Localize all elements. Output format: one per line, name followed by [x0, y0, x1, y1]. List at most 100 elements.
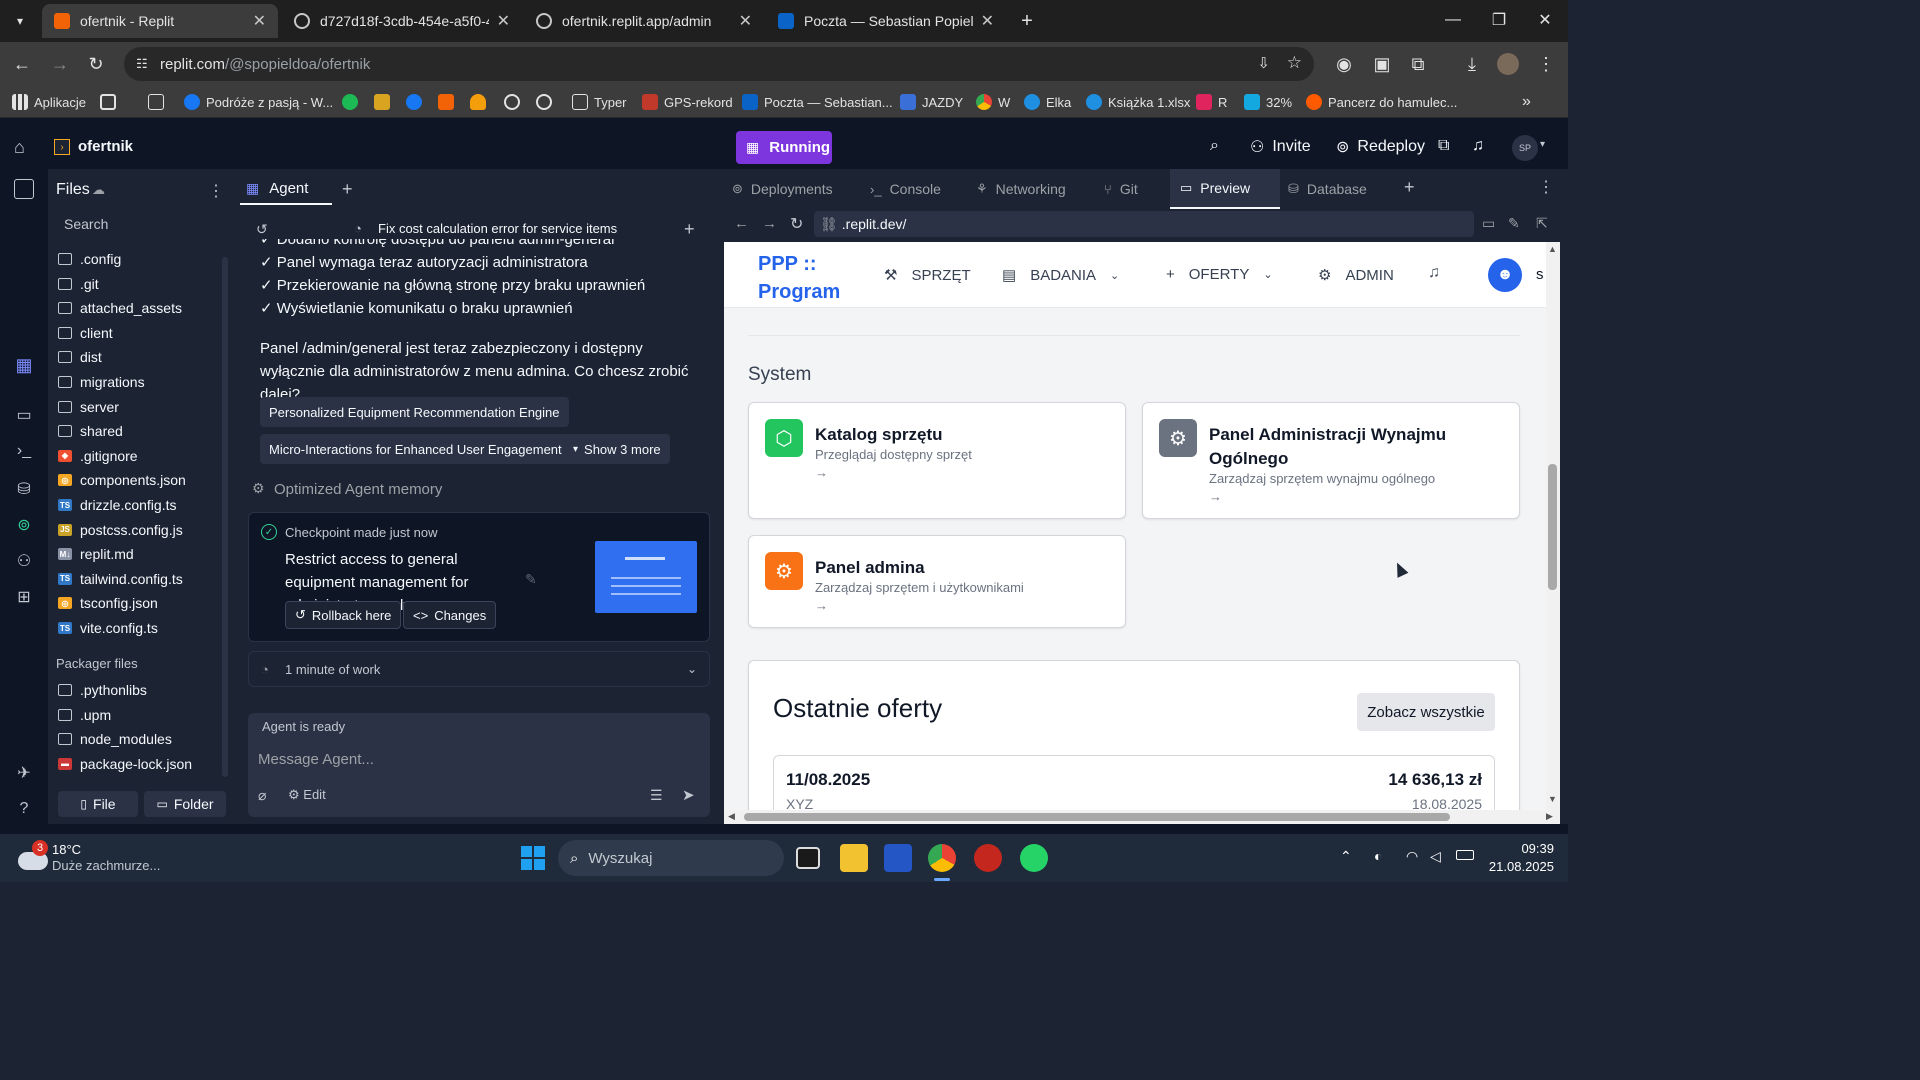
bookmark-32[interactable]: 32% [1244, 92, 1292, 112]
app-logo[interactable]: PPP :: Program [758, 250, 840, 306]
site-info-icon[interactable]: ☷ [136, 56, 148, 72]
file-tree-item[interactable]: ▬ package-lock.json [58, 753, 192, 775]
install-app-icon[interactable]: ⇩ [1257, 54, 1270, 72]
settings-sliders-icon[interactable]: ☰ [650, 787, 663, 804]
browser-tab-4[interactable]: Poczta — Sebastian Popiel — O ✕ [766, 4, 1006, 38]
bookmark-poczta[interactable]: Poczta — Sebastian... [742, 92, 893, 112]
puzzle-icon[interactable]: ⧉ [1406, 52, 1430, 76]
bookmark-pancerz[interactable]: Pancerz do hamulec... [1306, 92, 1457, 112]
bookmark-typer[interactable]: Typer [572, 92, 627, 112]
start-button-icon[interactable] [521, 846, 545, 870]
chevron-down-icon[interactable]: ▾ [1540, 139, 1545, 150]
bookmark-icon-2[interactable] [374, 92, 396, 112]
running-button[interactable]: ▦ Running [736, 131, 832, 164]
deployments-icon[interactable]: ⊚ [12, 513, 36, 537]
address-bar[interactable]: ☷ replit.com/@spopieldoa/ofertnik ⇩ ☆ [124, 47, 1314, 81]
close-tab-icon[interactable]: ✕ [497, 11, 510, 31]
tray-app-icon[interactable]: ◐ [1374, 848, 1382, 864]
whatsapp-icon[interactable] [1020, 844, 1048, 872]
agent-tab[interactable]: ▦ Agent [240, 173, 332, 205]
see-all-button[interactable]: Zobacz wszystkie [1357, 693, 1495, 731]
home-icon[interactable]: ⌂ [14, 137, 36, 159]
chrome-icon[interactable] [928, 844, 956, 872]
bookmark-icon-7[interactable] [536, 92, 558, 112]
edit-pencil-icon[interactable]: ✎ [525, 571, 537, 588]
wifi-icon[interactable]: ◠ [1406, 848, 1418, 865]
console-icon[interactable]: ›_ [12, 439, 36, 463]
edit-mode-button[interactable]: ⚙ Edit [288, 787, 326, 803]
tab-git[interactable]: ⑂ Git [1104, 177, 1138, 201]
all-tools-icon[interactable]: ⊞ [12, 585, 36, 609]
tab-console[interactable]: ›_ Console [870, 177, 941, 201]
minimize-icon[interactable]: — [1430, 0, 1476, 40]
tab-networking[interactable]: ⚘ Networking [976, 177, 1066, 201]
app-red-icon[interactable] [974, 844, 1002, 872]
user-avatar[interactable]: SP [1512, 135, 1538, 161]
file-tree-item[interactable]: .git [58, 273, 99, 295]
work-summary[interactable]: ◔ 1 minute of work ⌄ [248, 651, 710, 687]
new-file-button[interactable]: ▯ File [58, 791, 138, 817]
devtools-icon[interactable]: ✎ [1508, 215, 1520, 232]
changes-button[interactable]: <> Changes [403, 601, 497, 629]
files-icon[interactable] [14, 179, 34, 199]
scroll-thumb[interactable] [744, 813, 1450, 821]
preview-back-icon[interactable]: ← [734, 215, 749, 232]
bookmark-icon-3[interactable] [406, 92, 428, 112]
message-input[interactable]: Message Agent... [258, 751, 374, 768]
preview-url-bar[interactable]: ⛓ .replit.dev/ [814, 211, 1474, 237]
scroll-left-icon[interactable]: ◀ [728, 811, 735, 822]
card-katalog-sprzetu[interactable]: ⬡ Katalog sprzętu Przeglądaj dostępny sp… [748, 402, 1126, 519]
taskbar-search[interactable]: ⌕ Wyszukaj [558, 840, 784, 876]
forward-icon[interactable]: → [48, 52, 72, 76]
bookmark-ksiazka[interactable]: Książka 1.xlsx [1086, 92, 1190, 112]
new-folder-button[interactable]: ▭ Folder [144, 791, 226, 817]
back-icon[interactable]: ← [10, 52, 34, 76]
extension-icon[interactable]: ▣ [1370, 52, 1394, 76]
scroll-thumb[interactable] [1548, 464, 1557, 590]
file-tree-item[interactable]: .upm [58, 704, 111, 726]
bookmark-gps-rekord[interactable]: GPS-rekord [642, 92, 733, 112]
bookmark-folder[interactable] [148, 92, 170, 112]
restore-icon[interactable]: ❐ [1476, 0, 1522, 40]
bookmark-icon-1[interactable] [342, 92, 364, 112]
file-tree-item[interactable]: .config [58, 248, 121, 270]
reload-icon[interactable]: ↻ [84, 52, 108, 76]
add-tab-icon[interactable]: + [342, 179, 353, 200]
bookmark-elka[interactable]: Elka [1024, 92, 1071, 112]
file-tree-item[interactable]: TS drizzle.config.ts [58, 494, 176, 516]
bookmark-icon-4[interactable] [438, 92, 460, 112]
close-tab-icon[interactable]: ✕ [981, 11, 994, 31]
agent-icon[interactable]: ▦ [12, 353, 36, 377]
user-icon[interactable]: ☻ [1488, 258, 1522, 292]
tray-chevron-up-icon[interactable]: ⌃ [1340, 848, 1352, 865]
file-tree-item[interactable]: dist [58, 346, 102, 368]
close-tab-icon[interactable]: ✕ [253, 11, 266, 31]
close-window-icon[interactable]: ✕ [1522, 0, 1568, 40]
bell-icon[interactable]: ♫ [1428, 264, 1440, 282]
bookmark-w[interactable]: W [976, 92, 1010, 112]
workspace-menu-icon[interactable]: ⋮ [1538, 177, 1554, 197]
add-tab-icon[interactable]: + [1404, 177, 1415, 198]
file-tree-item[interactable]: TS tailwind.config.ts [58, 568, 183, 590]
tab-search-icon[interactable]: ▾ [8, 9, 32, 33]
theme-icon[interactable]: ✈ [12, 761, 36, 785]
card-panel-administracji[interactable]: ⚙ Panel Administracji Wynajmu Ogólnego Z… [1142, 402, 1520, 519]
file-tree-item[interactable]: M↓ replit.md [58, 543, 134, 565]
clock[interactable]: 09:39 21.08.2025 [1484, 840, 1554, 876]
scroll-right-icon[interactable]: ▶ [1546, 811, 1553, 822]
file-tree-item[interactable]: JS postcss.config.js [58, 519, 183, 541]
preview-horizontal-scrollbar[interactable]: ◀ ▶ [724, 810, 1560, 824]
file-tree-item[interactable]: .pythonlibs [58, 679, 147, 701]
file-tree-item[interactable]: attached_assets [58, 297, 182, 319]
bookmarks-overflow-icon[interactable]: » [1522, 92, 1531, 112]
invite-button[interactable]: ⚇ Invite [1250, 137, 1311, 157]
files-scrollbar[interactable] [222, 257, 228, 777]
nav-admin[interactable]: ⚙ ADMIN [1318, 266, 1394, 285]
scroll-down-icon[interactable]: ▼ [1548, 794, 1557, 804]
nav-oferty[interactable]: + OFERTY ⌄ [1166, 266, 1273, 283]
volume-icon[interactable]: ◁ [1430, 848, 1441, 865]
file-tree-item[interactable]: ◎ tsconfig.json [58, 592, 158, 614]
card-panel-admina[interactable]: ⚙ Panel admina Zarządzaj sprzętem i użyt… [748, 535, 1126, 628]
browser-tab-2[interactable]: d727d18f-3cdb-454e-a5f0-4ad ✕ [282, 4, 522, 38]
browser-tab-replit[interactable]: ofertnik - Replit ✕ [42, 4, 278, 38]
